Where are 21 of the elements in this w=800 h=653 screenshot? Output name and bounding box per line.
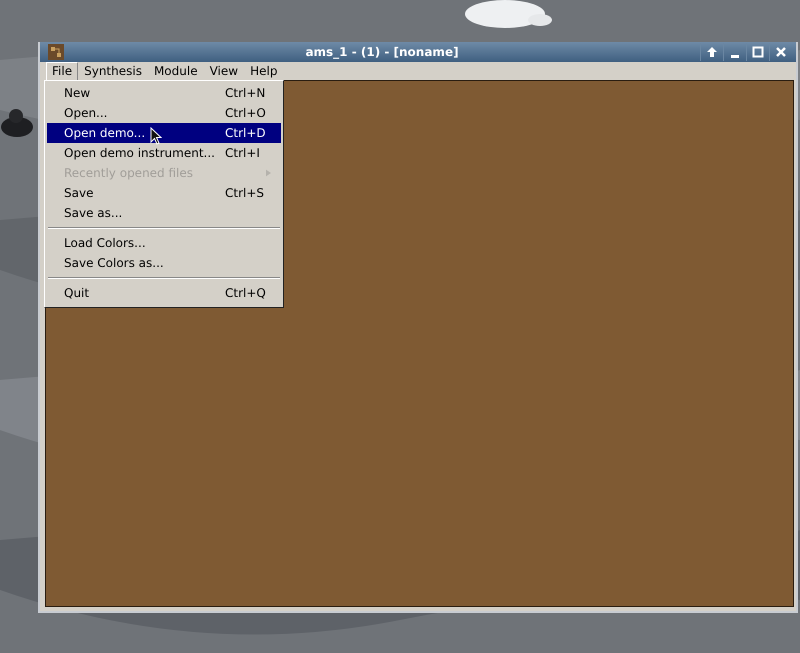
maximize-icon bbox=[752, 46, 764, 58]
menu-item[interactable]: Save as... bbox=[47, 203, 281, 223]
menu-item[interactable]: Save Colors as... bbox=[47, 253, 281, 273]
window-title: ams_1 - (1) - [noname] bbox=[304, 45, 460, 59]
menu-item[interactable]: New Ctrl+N bbox=[47, 83, 281, 103]
menu-item[interactable]: Load Colors... bbox=[47, 233, 281, 253]
menu-item[interactable]: View bbox=[204, 62, 244, 80]
minimize-icon bbox=[731, 54, 739, 58]
menu-item[interactable]: Synthesis bbox=[78, 62, 148, 80]
submenu-arrow-icon bbox=[266, 169, 271, 177]
app-icon bbox=[48, 44, 64, 60]
menu-item[interactable]: Module bbox=[148, 62, 204, 80]
menu-item[interactable]: Open... Ctrl+O bbox=[47, 103, 281, 123]
menu-item[interactable]: Save Ctrl+S bbox=[47, 183, 281, 203]
menu-item[interactable]: Help bbox=[244, 62, 284, 80]
up-arrow-icon bbox=[706, 46, 718, 58]
close-icon bbox=[775, 46, 787, 58]
mouse-pointer-icon bbox=[150, 127, 162, 145]
menu-item[interactable]: Open demo... Ctrl+D bbox=[47, 123, 281, 143]
menu-item[interactable]: Quit Ctrl+Q bbox=[47, 283, 281, 303]
menu-item[interactable]: Open demo instrument... Ctrl+I bbox=[47, 143, 281, 163]
